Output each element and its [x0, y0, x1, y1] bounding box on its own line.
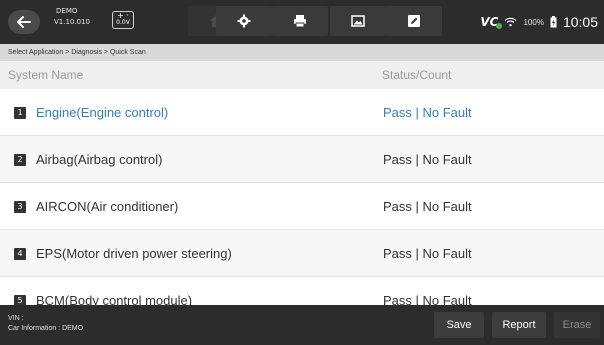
row-number-badge: 4	[14, 248, 26, 260]
vci-connected-icon	[496, 23, 503, 29]
column-header-system-name: System Name	[8, 68, 84, 82]
edit-icon	[408, 15, 420, 27]
report-button[interactable]: Report	[492, 312, 546, 338]
car-information: Car Information : DEMO	[8, 325, 84, 332]
wifi-icon	[505, 17, 517, 27]
system-row-aircon[interactable]: 3 AIRCON(Air conditioner) Pass | No Faul…	[0, 183, 604, 230]
system-status: Pass | No Fault	[383, 246, 472, 261]
bottom-bar: VIN : Car Information : DEMO Save Report…	[0, 305, 604, 345]
app-info: DEMO V1.10.010	[54, 6, 104, 28]
table-header: System Name Status/Count	[0, 61, 604, 89]
erase-button[interactable]: Erase	[554, 312, 600, 338]
back-arrow-icon	[17, 16, 31, 28]
save-button[interactable]: Save	[434, 312, 484, 338]
vehicle-info: VIN : Car Information : DEMO	[8, 314, 83, 334]
system-row-eps[interactable]: 4 EPS(Motor driven power steering) Pass …	[0, 230, 604, 277]
status-area: VC 100% 10:05	[480, 0, 598, 44]
system-name: EPS(Motor driven power steering)	[36, 246, 232, 261]
column-header-status: Status/Count	[382, 68, 452, 82]
row-number-badge: 2	[14, 154, 26, 166]
vin-label: VIN :	[8, 315, 24, 322]
battery-voltage-badge: + · 0.0V	[112, 11, 134, 29]
gear-icon	[237, 14, 251, 28]
battery-percent: 100%	[523, 17, 544, 27]
system-name: BCM(Body control module)	[36, 293, 193, 305]
breadcrumb: Select Application > Diagnosis > Quick S…	[0, 44, 604, 61]
battery-voltage: 0.0V	[116, 19, 130, 26]
image-icon	[351, 15, 365, 27]
system-status: Pass | No Fault	[383, 293, 472, 305]
system-name: Engine(Engine control)	[36, 105, 169, 120]
vci-status: VC	[480, 15, 503, 29]
row-number-badge: 3	[14, 201, 26, 213]
system-list[interactable]: 1 Engine(Engine control) Pass | No Fault…	[0, 89, 604, 305]
system-status: Pass | No Fault	[383, 199, 472, 214]
app-name: DEMO	[56, 7, 78, 15]
app-version: V1.10.010	[54, 18, 90, 26]
battery-plus-icon: + ·	[117, 11, 129, 20]
print-button[interactable]	[272, 6, 328, 36]
screenshot-button[interactable]	[330, 6, 386, 36]
row-number-badge: 1	[14, 107, 26, 119]
system-row-engine[interactable]: 1 Engine(Engine control) Pass | No Fault	[0, 89, 604, 136]
edit-button[interactable]	[386, 6, 442, 36]
battery-icon	[550, 16, 557, 28]
settings-button[interactable]	[216, 6, 272, 36]
printer-icon	[294, 15, 306, 28]
system-status: Pass | No Fault	[383, 152, 472, 167]
back-button[interactable]	[8, 10, 40, 34]
top-bar: DEMO V1.10.010 + · 0.0V VC 100% 10:05	[0, 0, 604, 44]
clock: 10:05	[562, 14, 598, 30]
system-name: Airbag(Airbag control)	[36, 152, 163, 167]
system-row-airbag[interactable]: 2 Airbag(Airbag control) Pass | No Fault	[0, 136, 604, 183]
system-name: AIRCON(Air conditioner)	[36, 199, 179, 214]
row-number-badge: 5	[14, 295, 26, 305]
system-status: Pass | No Fault	[383, 105, 472, 120]
system-row-bcm[interactable]: 5 BCM(Body control module) Pass | No Fau…	[0, 277, 604, 305]
